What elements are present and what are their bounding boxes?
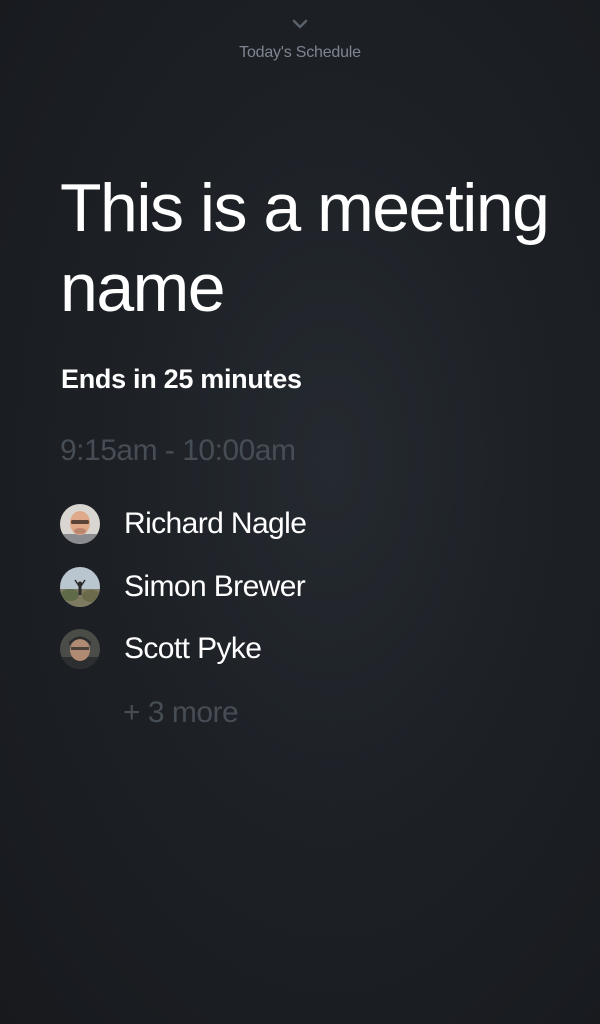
attendee-name: Richard Nagle	[124, 507, 307, 540]
attendee-name: Scott Pyke	[124, 632, 262, 665]
meeting-ends-in: Ends in 25 minutes	[61, 364, 302, 394]
attendee-list: Richard Nagle Simon Brewer Scott Pyke	[60, 504, 307, 692]
attendee-item: Scott Pyke	[60, 629, 306, 669]
attendee-item: Richard Nagle	[60, 504, 307, 544]
avatar	[60, 504, 100, 544]
attendee-item: Simon Brewer	[60, 566, 306, 607]
todays-schedule-nav[interactable]: Today's Schedule	[0, 18, 600, 62]
avatar	[60, 566, 100, 607]
more-attendees-link[interactable]: + 3 more	[123, 696, 239, 730]
attendee-name: Simon Brewer	[124, 569, 306, 603]
meeting-title: This is a meeting name	[60, 170, 550, 326]
avatar	[60, 629, 100, 669]
chevron-down-icon[interactable]	[291, 18, 309, 30]
meeting-time-range: 9:15am - 10:00am	[60, 434, 296, 467]
todays-schedule-label[interactable]: Today's Schedule	[0, 44, 600, 62]
